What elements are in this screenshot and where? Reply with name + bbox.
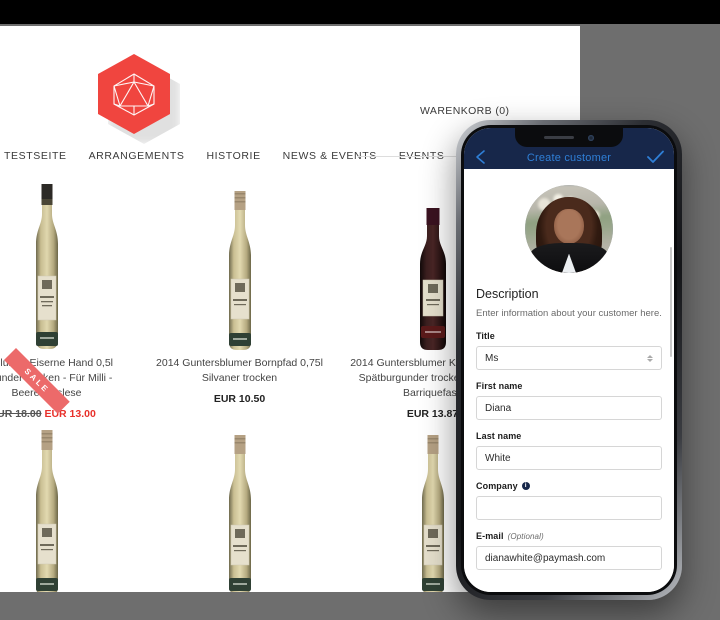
shop-header: WARENKORB (0): [0, 26, 580, 144]
field-company-label: Company i: [476, 481, 662, 491]
field-last-name-label: Last name: [476, 431, 522, 441]
shop-logo[interactable]: [98, 54, 180, 144]
company-input[interactable]: [476, 496, 662, 520]
phone-screen: Create customer Description Enter inform…: [464, 128, 674, 592]
app-header-title: Create customer: [526, 152, 612, 164]
title-select[interactable]: Ms: [476, 346, 662, 370]
email-input[interactable]: dianawhite@paymash.com: [476, 546, 662, 570]
field-title-label: Title: [476, 331, 495, 341]
product-name-line2-2: Silvaner trocken: [201, 372, 278, 384]
screenshot-root: WARENKORB (0) TESTSEITE ARRANGEMENTS HIS…: [0, 0, 720, 620]
product-price-1: UR 18.00 EUR 13.00: [0, 408, 143, 420]
white-wine-bottle-icon: [228, 191, 251, 350]
field-email: E-mail (Optional) dianawhite@paymash.com: [476, 531, 662, 570]
nav-item-historie[interactable]: HISTORIE: [206, 150, 260, 162]
product-old-price-1: UR 18.00: [0, 408, 42, 420]
chevron-left-icon[interactable]: [473, 149, 489, 165]
product-image-1: [0, 178, 143, 356]
title-select-value: Ms: [485, 352, 499, 364]
last-name-value: White: [485, 452, 511, 464]
section-subtitle: Enter information about your customer he…: [476, 308, 662, 319]
white-wine-bottle-icon: [228, 435, 251, 592]
phone-mockup: Create customer Description Enter inform…: [456, 120, 682, 600]
icosahedron-icon: [113, 73, 155, 116]
field-company: Company i: [476, 481, 662, 520]
earpiece-speaker-icon: [544, 135, 574, 140]
field-first-name: First name Diana: [476, 381, 662, 420]
field-email-optional: (Optional): [507, 531, 544, 541]
field-first-name-label: First name: [476, 381, 523, 391]
stepper-arrows-icon[interactable]: [647, 354, 653, 362]
cart-link[interactable]: WARENKORB (0): [420, 105, 509, 117]
form-scrollbar[interactable]: [670, 247, 672, 357]
white-wine-bottle-icon: [35, 430, 58, 592]
product-name-line1-2: 2014 Guntersblumer Bornpfad 0,75l: [156, 357, 323, 369]
field-last-name: Last name White: [476, 431, 662, 470]
phone-notch: [515, 128, 623, 147]
product-card-4[interactable]: [0, 422, 143, 592]
red-wine-bottle-icon: [419, 208, 446, 350]
avatar[interactable]: [525, 185, 613, 273]
product-image-2: [143, 178, 336, 356]
product-new-price-1: EUR 13.00: [44, 408, 96, 420]
first-name-value: Diana: [485, 402, 512, 414]
last-name-input[interactable]: White: [476, 446, 662, 470]
product-image-5: [143, 422, 336, 592]
customer-form: Description Enter information about your…: [464, 169, 674, 592]
field-email-text: E-mail: [476, 531, 504, 541]
avatar-container: [476, 185, 662, 273]
product-card-2[interactable]: 2014 Guntersblumer Bornpfad 0,75l Silvan…: [143, 178, 336, 420]
white-wine-bottle-icon: [35, 184, 58, 349]
first-name-input[interactable]: Diana: [476, 396, 662, 420]
field-email-label: E-mail (Optional): [476, 531, 662, 541]
product-image-4: [0, 422, 143, 592]
email-value: dianawhite@paymash.com: [485, 552, 606, 564]
section-title: Description: [476, 287, 539, 301]
field-company-text: Company: [476, 481, 518, 491]
product-card-5[interactable]: [143, 422, 336, 592]
front-camera-icon: [588, 134, 594, 141]
nav-item-arrangements[interactable]: ARRANGEMENTS: [89, 150, 185, 162]
info-icon[interactable]: i: [521, 482, 530, 490]
field-title: Title Ms: [476, 331, 662, 370]
nav-item-testseite[interactable]: TESTSEITE: [4, 150, 67, 162]
avatar-face: [554, 208, 584, 244]
white-wine-bottle-icon: [421, 435, 444, 592]
product-card-1[interactable]: SALE ersblumer Eiserne Hand 0,5l urgunde…: [0, 178, 143, 420]
check-icon[interactable]: [647, 150, 664, 164]
product-name-line3-1: Beerenauslese: [0, 386, 143, 401]
phone-bezel: Create customer Description Enter inform…: [461, 125, 677, 595]
product-price-2: EUR 10.50: [213, 393, 266, 405]
